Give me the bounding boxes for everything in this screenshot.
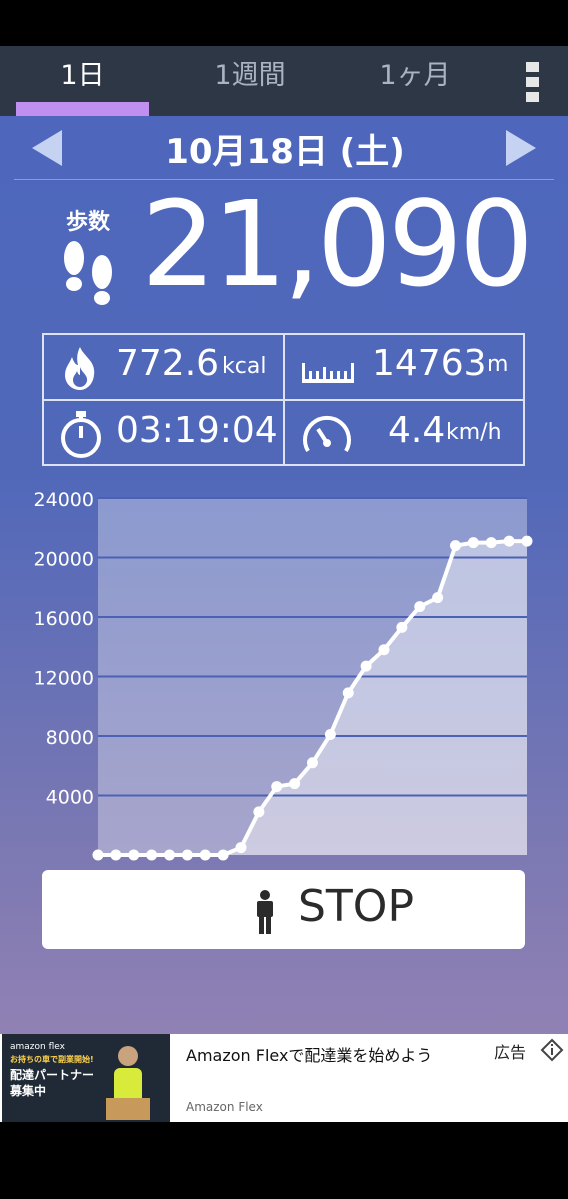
- data-point: [307, 757, 318, 769]
- calories-value: 772.6: [116, 343, 220, 384]
- speed-unit: km/h: [446, 420, 502, 445]
- data-point: [235, 842, 247, 854]
- data-point: [378, 644, 390, 656]
- speedometer-icon: [303, 415, 351, 453]
- footprints-icon: [64, 241, 112, 305]
- stop-button[interactable]: STOP: [42, 870, 525, 949]
- ad-image-text: 配達パートナー: [10, 1068, 95, 1082]
- data-point: [271, 781, 283, 793]
- tab-1-month[interactable]: 1ヶ月: [345, 46, 485, 116]
- steps-label: 歩数: [66, 210, 111, 235]
- data-point: [503, 535, 515, 547]
- data-point: [128, 849, 140, 861]
- x-tick-label: 20: [443, 867, 468, 868]
- stopwatch-icon: [61, 411, 101, 458]
- date-navigator: 10月18日 (土): [0, 116, 568, 180]
- arrow-right-icon: [506, 130, 536, 166]
- y-tick-label: 20000: [34, 549, 94, 571]
- y-tick-label: 24000: [34, 489, 94, 511]
- previous-day-button[interactable]: [30, 128, 66, 168]
- y-tick-label: 8000: [46, 727, 94, 749]
- period-tab-bar: 1日 1週間 1ヶ月: [0, 46, 568, 116]
- x-tick-label: 22: [479, 867, 504, 868]
- x-tick-label: 8: [235, 867, 248, 868]
- tab-1-week[interactable]: 1週間: [180, 46, 320, 116]
- data-point: [110, 849, 122, 861]
- menu-dot-icon: [526, 92, 539, 102]
- delivery-person-illustration: [106, 1046, 150, 1120]
- x-tick-label: 14: [336, 867, 361, 868]
- stop-button-label: STOP: [298, 881, 414, 932]
- stats-grid: 772.6 kcal 14763 m 03:19:04 4.4 km/h: [42, 333, 525, 466]
- y-tick-label: 4000: [46, 787, 94, 809]
- status-bar: [0, 0, 568, 46]
- flame-icon: [65, 347, 95, 390]
- x-tick-label: 6: [199, 867, 212, 868]
- data-point: [253, 806, 265, 818]
- arrow-left-icon: [32, 130, 62, 166]
- x-tick-label: 12: [300, 867, 325, 868]
- data-point: [217, 849, 229, 861]
- y-tick-label: 12000: [34, 668, 94, 690]
- active-tab-indicator: [16, 102, 149, 116]
- data-point: [485, 537, 497, 549]
- distance-unit: m: [487, 352, 509, 377]
- x-tick-label: 4: [163, 867, 176, 868]
- grid-divider: [44, 399, 523, 401]
- ad-image-brand: amazon flex: [10, 1042, 65, 1052]
- active-time-value: 03:19:04: [116, 410, 278, 451]
- data-point: [432, 592, 444, 604]
- menu-dot-icon: [526, 62, 539, 72]
- data-point: [450, 540, 461, 552]
- calories-unit: kcal: [222, 354, 267, 379]
- step-count: 21,090: [141, 175, 534, 313]
- hourly-steps-chart: 2400020000160001200080004000246810121416…: [0, 478, 568, 868]
- ad-image-text: 募集中: [10, 1084, 47, 1098]
- x-tick-label: 2: [127, 867, 140, 868]
- data-point: [199, 849, 211, 861]
- ad-source: Amazon Flex: [186, 1100, 263, 1114]
- data-point: [289, 778, 301, 790]
- menu-dot-icon: [526, 77, 539, 87]
- ad-banner[interactable]: amazon flex お持ちの車で副業開始! 配達パートナー 募集中 Amaz…: [0, 1034, 568, 1122]
- ad-badge: 広告: [494, 1043, 527, 1062]
- data-point: [396, 621, 408, 633]
- ruler-icon: [302, 363, 354, 383]
- data-point: [181, 849, 193, 861]
- data-point: [360, 660, 372, 672]
- x-tick-label: 24: [514, 867, 539, 868]
- data-point: [414, 601, 426, 613]
- ad-image-text: お持ちの車で副業開始!: [10, 1055, 94, 1064]
- ad-image[interactable]: amazon flex お持ちの車で副業開始! 配達パートナー 募集中: [2, 1034, 170, 1122]
- data-point: [92, 849, 104, 861]
- walking-person-icon: [257, 890, 273, 934]
- overflow-menu-button[interactable]: [520, 60, 546, 104]
- x-tick-label: 16: [371, 867, 396, 868]
- y-tick-label: 16000: [34, 608, 94, 630]
- speed-value: 4.4: [388, 410, 446, 451]
- x-tick-label: 10: [264, 867, 289, 868]
- pedometer-app: 1日 1週間 1ヶ月 10月18日 (土) 歩数 21,090 772.6 kc…: [0, 46, 568, 1122]
- ad-info-icon[interactable]: [540, 1038, 564, 1062]
- x-tick-label: 18: [407, 867, 432, 868]
- ad-title[interactable]: Amazon Flexで配達業を始めよう: [186, 1042, 432, 1066]
- data-point: [324, 729, 336, 741]
- data-point: [164, 849, 175, 861]
- steps-line-chart: 2400020000160001200080004000246810121416…: [34, 489, 540, 868]
- next-day-button[interactable]: [502, 128, 538, 168]
- data-point: [521, 535, 533, 547]
- data-point: [467, 537, 479, 549]
- current-date: 10月18日 (土): [165, 132, 405, 172]
- distance-value: 14763: [372, 343, 487, 384]
- data-point: [146, 849, 158, 861]
- system-nav-bar: [0, 1122, 568, 1199]
- data-point: [342, 687, 354, 699]
